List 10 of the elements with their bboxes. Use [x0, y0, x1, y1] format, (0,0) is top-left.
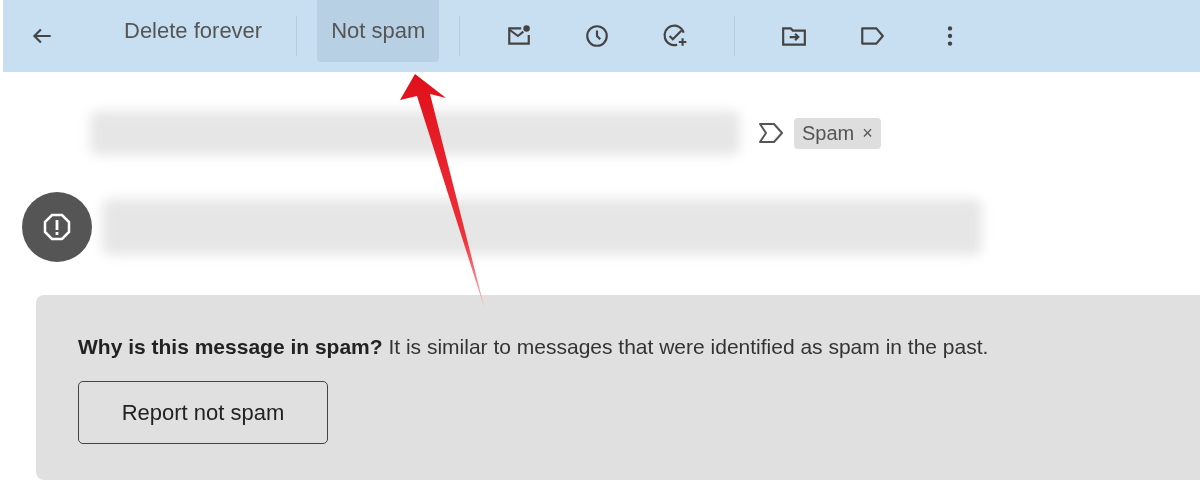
report-not-spam-button[interactable]: Report not spam [78, 381, 328, 444]
label-marker-icon [758, 122, 784, 144]
toolbar-button[interactable]: Not spam [317, 0, 440, 62]
notice-text: Why is this message in spam? It is similar to messages that were identified as spam in the past. [78, 335, 990, 359]
chip-label: Spam [802, 121, 855, 145]
check-plus-icon[interactable] [662, 23, 689, 49]
remove-label-button[interactable]: × [862, 122, 873, 144]
clock-icon[interactable] [584, 23, 611, 49]
toolbar-button[interactable]: Delete forever [110, 0, 277, 62]
warning-icon [42, 212, 72, 242]
